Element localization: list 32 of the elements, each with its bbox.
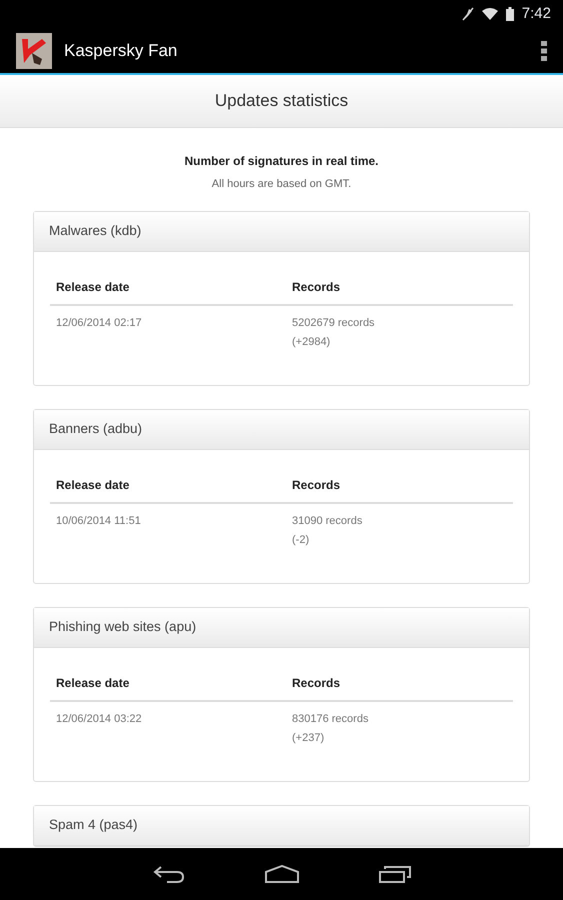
date-cell-text: 10/06/2014 11:51 — [56, 514, 142, 528]
card-title: Phishing web sites (apu) — [49, 618, 196, 636]
wifi-icon — [482, 8, 498, 20]
column-header: Records — [292, 278, 342, 296]
recent-apps-icon[interactable] — [378, 865, 410, 883]
battery-icon — [506, 7, 514, 21]
intro-note: All hours are based on GMT. — [212, 177, 352, 192]
column-header: Records — [292, 476, 342, 494]
records-change: (+2984) — [292, 335, 332, 350]
clock: 7:42 — [522, 4, 551, 24]
mute-icon — [462, 7, 474, 21]
card-title: Spam 4 (pas4) — [49, 816, 138, 834]
records-cell-text: 830176 records — [292, 712, 370, 726]
intro-heading: Number of signatures in real time. — [184, 153, 379, 170]
date-cell-text: 12/06/2014 02:17 — [56, 316, 143, 330]
date-cell-text: 12/06/2014 03:22 — [56, 712, 143, 726]
column-header: Release date — [56, 674, 130, 692]
page-title: Updates statistics — [214, 90, 348, 112]
column-header: Records — [292, 674, 342, 692]
records-change: (+237) — [292, 731, 326, 746]
app-logo-icon[interactable] — [16, 32, 52, 68]
card-title: Malwares (kdb) — [49, 222, 142, 240]
column-header: Release date — [56, 278, 130, 296]
home-icon[interactable] — [264, 865, 298, 883]
app-title: Kaspersky Fan — [64, 40, 178, 62]
records-cell-text: 31090 records — [292, 514, 364, 528]
column-header: Release date — [56, 476, 130, 494]
overflow-menu-icon[interactable] — [541, 40, 547, 60]
card-title: Banners (adbu) — [49, 420, 142, 438]
back-icon[interactable] — [152, 865, 184, 883]
records-change: (-2) — [292, 533, 310, 548]
records-cell-text: 5202679 records — [292, 316, 376, 330]
